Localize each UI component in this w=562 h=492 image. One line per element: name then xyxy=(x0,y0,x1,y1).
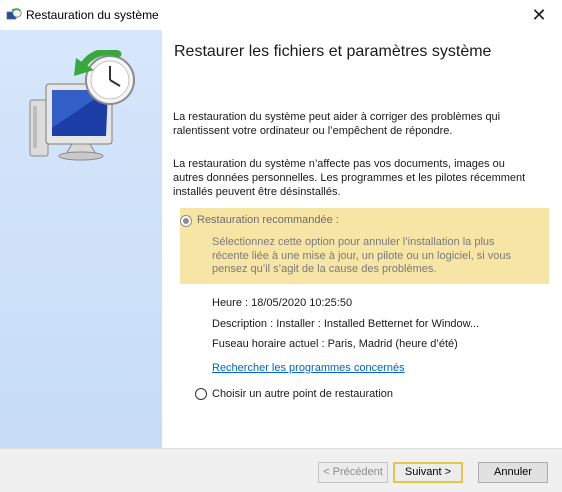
monitor-clock-restore-icon xyxy=(29,50,135,161)
footer-bar: < Précédent Suivant > Annuler xyxy=(0,448,562,492)
close-icon: ✕ xyxy=(531,5,547,25)
choose-other-point-radio[interactable] xyxy=(195,388,207,400)
recommended-restore-description: Sélectionnez cette option pour annuler l… xyxy=(212,236,512,275)
main-panel: Restaurer les fichiers et paramètres sys… xyxy=(162,30,562,448)
restore-timezone: Fuseau horaire actuel : Paris, Madrid (h… xyxy=(212,338,458,350)
title-bar: Restauration du système ✕ xyxy=(0,0,562,30)
page-title: Restaurer les fichiers et paramètres sys… xyxy=(174,43,492,60)
restore-description: Description : Installer : Installed Bett… xyxy=(212,318,480,330)
cancel-button[interactable]: Annuler xyxy=(478,462,548,483)
system-restore-icon xyxy=(6,8,22,20)
next-button[interactable]: Suivant > xyxy=(393,462,463,483)
intro-paragraph: La restauration du système peut aider à … xyxy=(173,111,501,137)
info-paragraph: La restauration du système n’affecte pas… xyxy=(173,158,526,198)
sidebar-panel xyxy=(0,30,162,448)
close-button[interactable]: ✕ xyxy=(516,0,562,30)
choose-other-point-label[interactable]: Choisir un autre point de restauration xyxy=(212,388,393,400)
previous-button[interactable]: < Précédent xyxy=(318,462,388,483)
affected-programs-link[interactable]: Rechercher les programmes concernés xyxy=(212,362,405,374)
window-title: Restauration du système xyxy=(26,8,159,22)
recommended-restore-label[interactable]: Restauration recommandée : xyxy=(197,214,339,226)
recommended-restore-radio[interactable] xyxy=(180,215,192,227)
restore-time: Heure : 18/05/2020 10:25:50 xyxy=(212,297,353,309)
